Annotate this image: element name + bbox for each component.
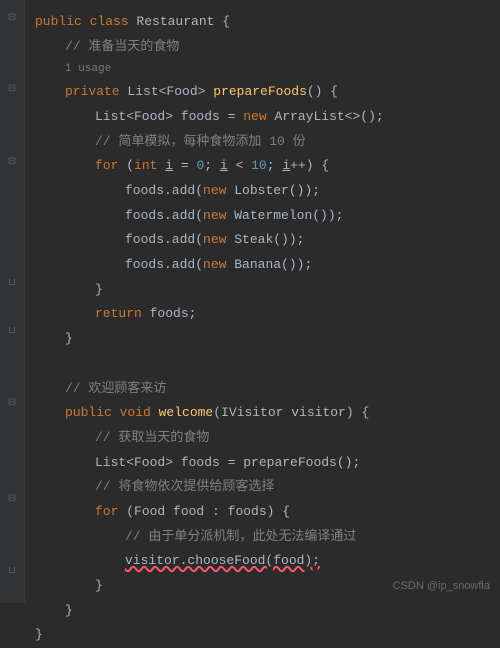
constructor: Banana()); <box>234 257 312 272</box>
brace: { <box>222 14 230 29</box>
fold-icon[interactable]: ⊟ <box>6 13 18 25</box>
call: foods.add( <box>125 183 203 198</box>
fold-icon[interactable]: ⊔ <box>6 278 18 290</box>
keyword-void: void <box>120 405 159 420</box>
code-line[interactable]: foods.add(new Watermelon()); <box>30 204 500 229</box>
semi: ; <box>204 158 220 173</box>
keyword-new: new <box>203 183 234 198</box>
paren: ( <box>126 158 134 173</box>
brace[interactable]: } <box>30 623 500 648</box>
class-name: Restaurant <box>136 14 222 29</box>
param: visitor <box>291 405 346 420</box>
code-line[interactable]: List<Food> foods = new ArrayList<>(); <box>30 105 500 130</box>
code-line[interactable]: visitor.chooseFood(food); <box>30 549 500 574</box>
keyword-new: new <box>203 232 234 247</box>
fold-icon[interactable]: ⊟ <box>6 494 18 506</box>
type: List<Food> <box>95 109 181 124</box>
colon: : foods) { <box>212 504 290 519</box>
usage-hint[interactable]: 1 usage <box>30 59 500 80</box>
comment[interactable]: // 将食物依次提供给顾客选择 <box>30 475 500 500</box>
error-underline: visitor.chooseFood(food); <box>125 553 320 568</box>
paren: ) { <box>346 405 369 420</box>
watermark: CSDN @ip_snowfla <box>393 576 490 597</box>
semi: ; <box>267 158 283 173</box>
editor-gutter: ⊟ ⊟ ⊟ ⊔ ⊔ ⊟ ⊟ ⊔ <box>0 0 25 603</box>
fold-icon[interactable]: ⊔ <box>6 566 18 578</box>
variable: i <box>165 158 173 173</box>
operator: < <box>228 158 251 173</box>
number: 10 <box>251 158 267 173</box>
call: foods.add( <box>125 232 203 247</box>
paren: (IVisitor <box>213 405 291 420</box>
keyword-new: new <box>203 208 234 223</box>
variable: foods <box>181 455 228 470</box>
comment[interactable]: // 获取当天的食物 <box>30 426 500 451</box>
brace[interactable]: } <box>30 599 500 624</box>
paren: (Food <box>126 504 173 519</box>
operator: = <box>173 158 196 173</box>
type: List<Food> <box>95 455 181 470</box>
keyword-new: new <box>203 257 234 272</box>
brace[interactable]: } <box>30 278 500 303</box>
keyword-public: public <box>35 14 90 29</box>
code-line[interactable]: for (Food food : foods) { <box>30 500 500 525</box>
code-line[interactable]: foods.add(new Banana()); <box>30 253 500 278</box>
keyword-private: private <box>65 84 127 99</box>
comment[interactable]: // 简单模拟，每种食物添加 10 份 <box>30 130 500 155</box>
code-line[interactable]: return foods; <box>30 302 500 327</box>
call: foods.add( <box>125 208 203 223</box>
blank-line <box>30 352 500 377</box>
constructor: Lobster()); <box>234 183 320 198</box>
constructor: Steak()); <box>234 232 304 247</box>
fold-icon[interactable]: ⊟ <box>6 84 18 96</box>
code-line[interactable]: public class Restaurant { <box>30 10 500 35</box>
code-line[interactable]: foods.add(new Steak()); <box>30 228 500 253</box>
call: = prepareFoods(); <box>228 455 361 470</box>
constructor: ArrayList<>(); <box>274 109 383 124</box>
keyword-for: for <box>95 504 126 519</box>
fold-icon[interactable]: ⊟ <box>6 398 18 410</box>
constructor: Watermelon()); <box>234 208 343 223</box>
variable: food <box>173 504 212 519</box>
comment[interactable]: // 由于单分派机制，此处无法编译通过 <box>30 525 500 550</box>
code-line[interactable]: List<Food> foods = prepareFoods(); <box>30 451 500 476</box>
variable: foods; <box>150 306 197 321</box>
code-line[interactable]: private List<Food> prepareFoods() { <box>30 80 500 105</box>
comment[interactable]: // 欢迎顾客来访 <box>30 377 500 402</box>
variable: i <box>282 158 290 173</box>
variable: foods <box>181 109 228 124</box>
code-line[interactable]: foods.add(new Lobster()); <box>30 179 500 204</box>
keyword-new: new <box>243 109 274 124</box>
operator: ++) { <box>290 158 329 173</box>
operator: = <box>228 109 244 124</box>
method-name: welcome <box>159 405 214 420</box>
code-line[interactable]: public void welcome(IVisitor visitor) { <box>30 401 500 426</box>
keyword-for: for <box>95 158 126 173</box>
code-line[interactable]: for (int i = 0; i < 10; i++) { <box>30 154 500 179</box>
comment[interactable]: // 准备当天的食物 <box>30 35 500 60</box>
keyword-int: int <box>134 158 165 173</box>
fold-icon[interactable]: ⊟ <box>6 157 18 169</box>
fold-icon[interactable]: ⊔ <box>6 326 18 338</box>
keyword-class: class <box>90 14 137 29</box>
keyword-return: return <box>95 306 150 321</box>
variable: i <box>220 158 228 173</box>
method-name: prepareFoods <box>213 84 307 99</box>
brace[interactable]: } <box>30 327 500 352</box>
type: List<Food> <box>127 84 213 99</box>
keyword-public: public <box>65 405 120 420</box>
paren: () { <box>307 84 338 99</box>
call: foods.add( <box>125 257 203 272</box>
